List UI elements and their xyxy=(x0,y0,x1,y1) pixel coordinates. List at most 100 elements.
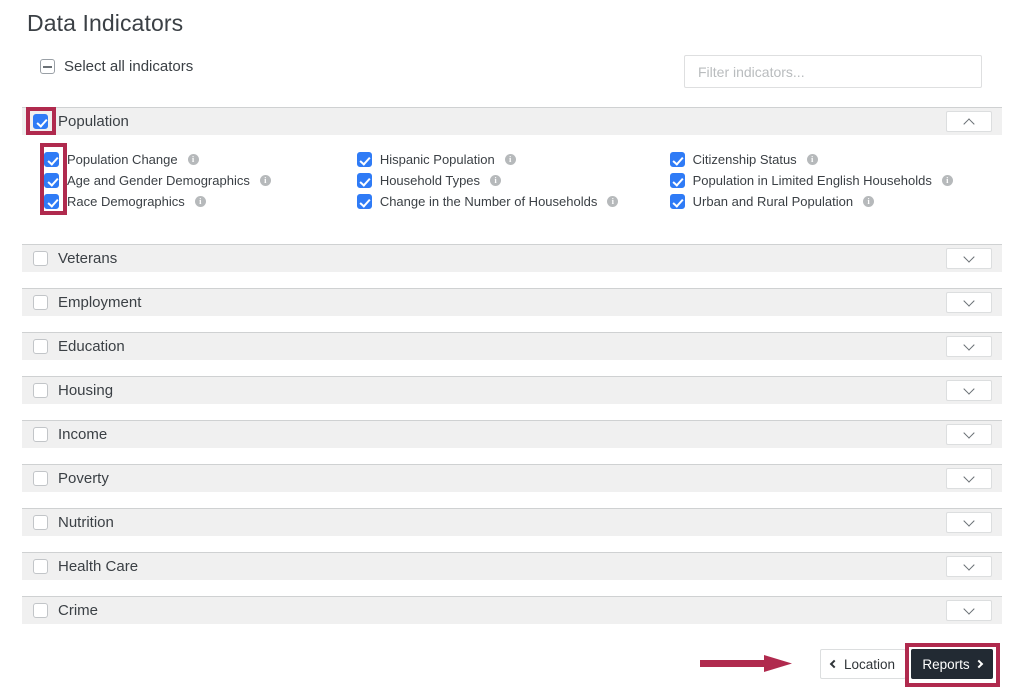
category-header[interactable]: Employment xyxy=(22,288,1002,316)
category-header[interactable]: Population xyxy=(22,107,1002,135)
category-checkbox[interactable] xyxy=(33,559,48,574)
expand-category-button[interactable] xyxy=(946,380,992,401)
category-checkbox[interactable] xyxy=(33,471,48,486)
category-header[interactable]: Poverty xyxy=(22,464,1002,492)
expand-category-button[interactable] xyxy=(946,424,992,445)
category-checkbox[interactable] xyxy=(33,515,48,530)
select-all-label: Select all indicators xyxy=(64,58,194,75)
chevron-right-icon xyxy=(974,659,983,669)
data-indicators-page: Data Indicators Select all indicators Po… xyxy=(0,0,1024,689)
expand-category-button[interactable] xyxy=(946,556,992,577)
info-icon[interactable]: i xyxy=(259,175,271,186)
indicator-column: Population Change i Age and Gender Demogra… xyxy=(44,149,357,212)
chevron-down-icon xyxy=(963,558,975,571)
indicator-label: Age and Gender Demographics xyxy=(67,173,250,188)
indicator-row[interactable]: Change in the Number of Households i xyxy=(356,191,670,212)
indicator-label: Citizenship Status xyxy=(692,152,797,167)
reports-next-button[interactable]: Reports xyxy=(911,649,993,679)
info-icon[interactable]: i xyxy=(941,175,953,186)
indicator-row[interactable]: Age and Gender Demographics i xyxy=(44,170,357,191)
indicator-category: Poverty xyxy=(22,464,1002,492)
category-header[interactable]: Health Care xyxy=(22,552,1002,580)
indicator-row[interactable]: Citizenship Status i xyxy=(669,149,1002,170)
indicator-category: Income xyxy=(22,420,1002,448)
info-icon[interactable]: i xyxy=(187,154,199,165)
expand-category-button[interactable] xyxy=(946,512,992,533)
category-header[interactable]: Education xyxy=(22,332,1002,360)
indicator-category-list: Population Population Change i Age and Gend… xyxy=(22,107,1002,624)
chevron-down-icon xyxy=(963,426,975,439)
category-checkbox[interactable] xyxy=(33,114,48,129)
category-label: Crime xyxy=(58,602,98,619)
expand-category-button[interactable] xyxy=(946,468,992,489)
indicator-checkbox[interactable] xyxy=(44,152,59,167)
info-icon[interactable]: i xyxy=(806,154,818,165)
indicator-label: Change in the Number of Households xyxy=(379,194,598,209)
expand-category-button[interactable] xyxy=(946,248,992,269)
location-back-button[interactable]: Location xyxy=(820,649,906,679)
indicator-label: Population in Limited English Households xyxy=(692,173,932,188)
indicator-column: Hispanic Population i Household Types i Chan… xyxy=(356,149,670,212)
indicator-checkbox[interactable] xyxy=(356,173,372,188)
category-label: Income xyxy=(58,426,108,443)
category-label: Veterans xyxy=(58,250,118,267)
chevron-down-icon xyxy=(963,382,975,395)
indicator-checkbox[interactable] xyxy=(356,194,372,209)
indicator-row[interactable]: Population in Limited English Households… xyxy=(669,170,1002,191)
category-label: Poverty xyxy=(58,470,109,487)
category-checkbox[interactable] xyxy=(33,295,48,310)
indicator-checkbox[interactable] xyxy=(44,194,59,209)
chevron-down-icon xyxy=(963,338,975,351)
indicator-category: Veterans xyxy=(22,244,1002,272)
chevron-down-icon xyxy=(963,470,975,483)
footer-actions: Location Reports xyxy=(0,645,1024,689)
indicator-row[interactable]: Population Change i xyxy=(44,149,357,170)
category-header[interactable]: Housing xyxy=(22,376,1002,404)
indicator-row[interactable]: Hispanic Population i xyxy=(356,149,670,170)
filter-indicators-input[interactable] xyxy=(684,55,982,88)
indicator-label: Urban and Rural Population xyxy=(692,194,854,209)
category-label: Nutrition xyxy=(58,514,114,531)
info-icon[interactable]: i xyxy=(194,196,206,207)
info-icon[interactable]: i xyxy=(607,196,619,207)
indicator-row[interactable]: Urban and Rural Population i xyxy=(669,191,1002,212)
info-icon[interactable]: i xyxy=(490,175,502,186)
collapse-category-button[interactable] xyxy=(946,111,992,132)
chevron-down-icon xyxy=(963,602,975,615)
indicator-category: Nutrition xyxy=(22,508,1002,536)
indicator-checkbox[interactable] xyxy=(669,152,685,167)
indicator-label: Population Change xyxy=(67,152,178,167)
category-checkbox[interactable] xyxy=(33,427,48,442)
indicator-row[interactable]: Household Types i xyxy=(356,170,670,191)
reports-button-label: Reports xyxy=(922,656,970,672)
category-label: Population xyxy=(58,113,129,130)
category-header[interactable]: Income xyxy=(22,420,1002,448)
category-checkbox[interactable] xyxy=(33,339,48,354)
expand-category-button[interactable] xyxy=(946,336,992,357)
indicator-label: Hispanic Population xyxy=(379,152,495,167)
page-title: Data Indicators xyxy=(27,10,184,36)
expand-category-button[interactable] xyxy=(946,600,992,621)
category-header[interactable]: Veterans xyxy=(22,244,1002,272)
category-checkbox[interactable] xyxy=(33,603,48,618)
chevron-down-icon xyxy=(963,250,975,263)
indicator-checkbox[interactable] xyxy=(669,194,685,209)
indicator-column: Citizenship Status i Population in Limited… xyxy=(669,149,1002,212)
select-all-indicators-row[interactable]: Select all indicators xyxy=(40,58,193,75)
expand-category-button[interactable] xyxy=(946,292,992,313)
minus-square-icon[interactable] xyxy=(40,59,55,74)
info-icon[interactable]: i xyxy=(863,196,875,207)
category-header[interactable]: Nutrition xyxy=(22,508,1002,536)
indicator-checkbox[interactable] xyxy=(44,173,59,188)
category-checkbox[interactable] xyxy=(33,251,48,266)
category-label: Education xyxy=(58,338,125,355)
indicator-checkbox[interactable] xyxy=(669,173,685,188)
indicator-row[interactable]: Race Demographics i xyxy=(44,191,357,212)
category-header[interactable]: Crime xyxy=(22,596,1002,624)
category-checkbox[interactable] xyxy=(33,383,48,398)
chevron-down-icon xyxy=(963,294,975,307)
indicator-checkbox[interactable] xyxy=(356,152,372,167)
category-panel: Population Change i Age and Gender Demogra… xyxy=(22,135,1002,228)
chevron-down-icon xyxy=(963,514,975,527)
info-icon[interactable]: i xyxy=(504,154,516,165)
